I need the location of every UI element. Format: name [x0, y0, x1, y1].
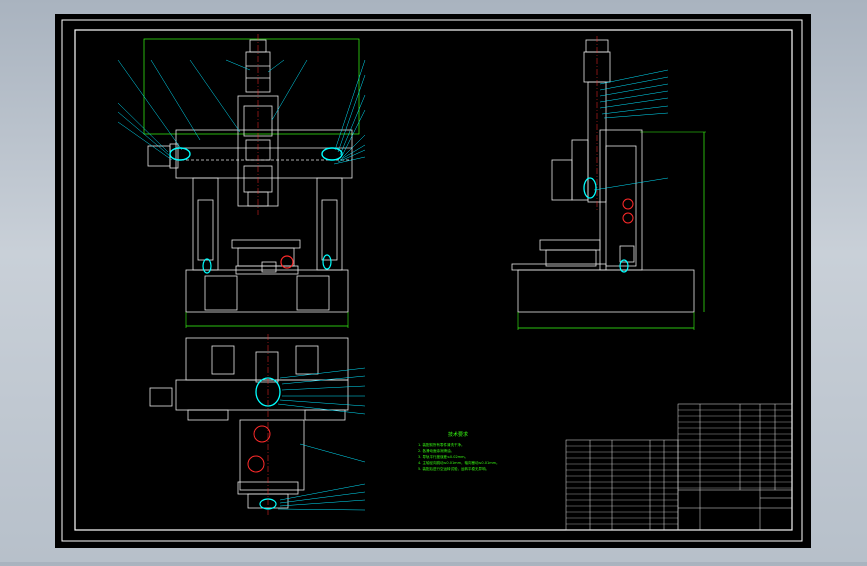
note-5: 5. 装配后进行空运转试验，运转平稳无异响。 [418, 466, 489, 471]
cad-viewport[interactable]: 技术要求 1. 装配前所有零件清洗干净。 2. 各滑动面涂润滑油。 3. 导轨平… [0, 0, 867, 562]
note-4: 4. 主轴径向跳动≤0.01mm，轴向窜动≤0.01mm。 [418, 460, 500, 465]
note-2: 2. 各滑动面涂润滑油。 [418, 448, 454, 453]
note-3: 3. 导轨平行度误差≤0.02mm。 [418, 454, 468, 459]
drawing-canvas[interactable]: 技术要求 1. 装配前所有零件清洗干净。 2. 各滑动面涂润滑油。 3. 导轨平… [0, 0, 867, 562]
note-1: 1. 装配前所有零件清洗干净。 [418, 442, 464, 447]
notes-title: 技术要求 [448, 431, 468, 438]
